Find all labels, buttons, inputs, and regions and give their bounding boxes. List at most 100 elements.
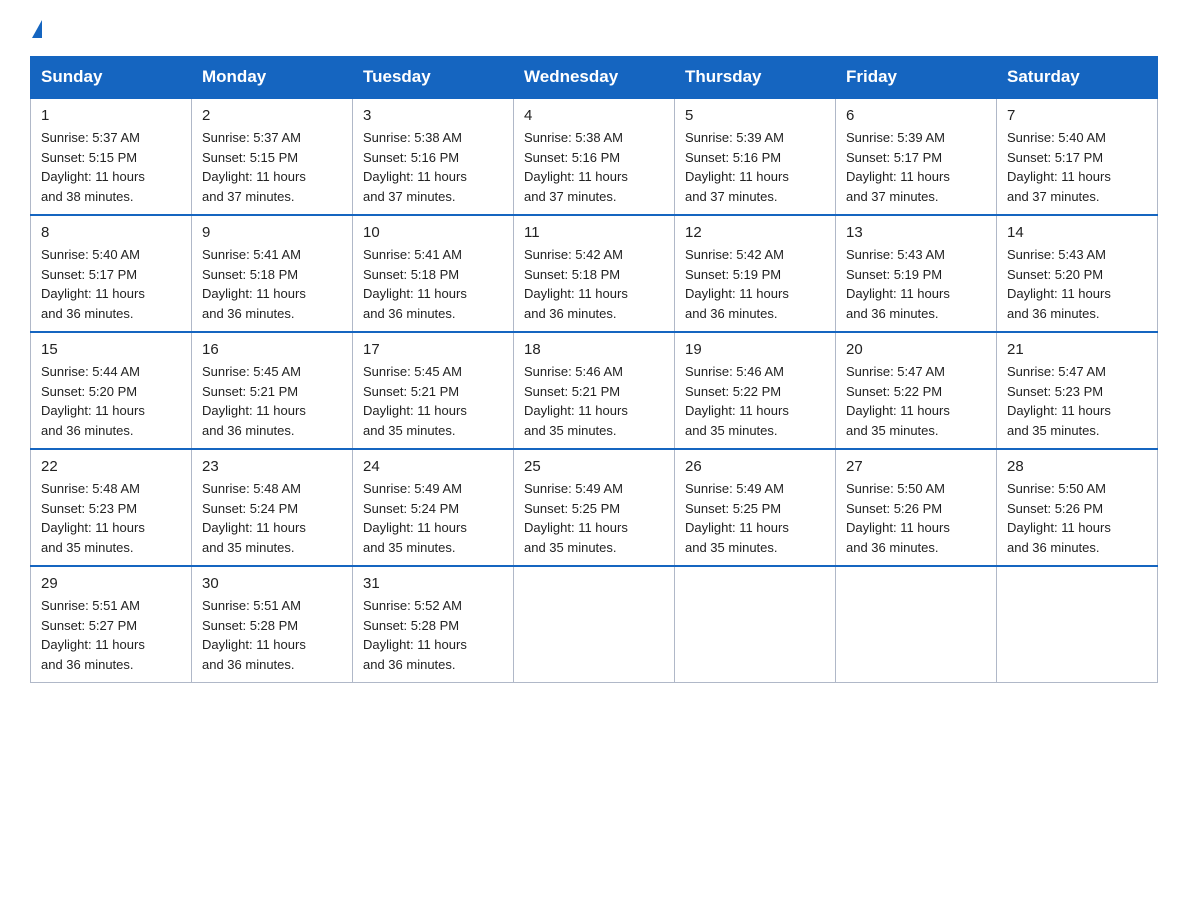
calendar-day-cell: 27 Sunrise: 5:50 AM Sunset: 5:26 PM Dayl… [836, 449, 997, 566]
day-number: 12 [685, 224, 825, 241]
calendar-day-cell: 11 Sunrise: 5:42 AM Sunset: 5:18 PM Dayl… [514, 215, 675, 332]
weekday-header-thursday: Thursday [675, 57, 836, 99]
calendar-day-cell: 3 Sunrise: 5:38 AM Sunset: 5:16 PM Dayli… [353, 98, 514, 215]
day-info: Sunrise: 5:47 AM Sunset: 5:22 PM Dayligh… [846, 362, 986, 440]
day-number: 17 [363, 341, 503, 358]
calendar-day-cell: 8 Sunrise: 5:40 AM Sunset: 5:17 PM Dayli… [31, 215, 192, 332]
day-info: Sunrise: 5:51 AM Sunset: 5:28 PM Dayligh… [202, 596, 342, 674]
day-info: Sunrise: 5:43 AM Sunset: 5:20 PM Dayligh… [1007, 245, 1147, 323]
weekday-header-wednesday: Wednesday [514, 57, 675, 99]
day-info: Sunrise: 5:46 AM Sunset: 5:21 PM Dayligh… [524, 362, 664, 440]
calendar-day-cell: 15 Sunrise: 5:44 AM Sunset: 5:20 PM Dayl… [31, 332, 192, 449]
day-info: Sunrise: 5:47 AM Sunset: 5:23 PM Dayligh… [1007, 362, 1147, 440]
logo-triangle-icon [32, 20, 42, 38]
calendar-day-cell [675, 566, 836, 683]
day-number: 15 [41, 341, 181, 358]
day-number: 3 [363, 107, 503, 124]
day-number: 22 [41, 458, 181, 475]
calendar-week-row: 22 Sunrise: 5:48 AM Sunset: 5:23 PM Dayl… [31, 449, 1158, 566]
weekday-header-row: SundayMondayTuesdayWednesdayThursdayFrid… [31, 57, 1158, 99]
calendar-day-cell: 17 Sunrise: 5:45 AM Sunset: 5:21 PM Dayl… [353, 332, 514, 449]
day-info: Sunrise: 5:52 AM Sunset: 5:28 PM Dayligh… [363, 596, 503, 674]
day-info: Sunrise: 5:48 AM Sunset: 5:24 PM Dayligh… [202, 479, 342, 557]
day-number: 30 [202, 575, 342, 592]
weekday-header-friday: Friday [836, 57, 997, 99]
calendar-day-cell: 31 Sunrise: 5:52 AM Sunset: 5:28 PM Dayl… [353, 566, 514, 683]
calendar-day-cell: 26 Sunrise: 5:49 AM Sunset: 5:25 PM Dayl… [675, 449, 836, 566]
day-number: 28 [1007, 458, 1147, 475]
calendar-day-cell: 5 Sunrise: 5:39 AM Sunset: 5:16 PM Dayli… [675, 98, 836, 215]
calendar-day-cell: 16 Sunrise: 5:45 AM Sunset: 5:21 PM Dayl… [192, 332, 353, 449]
day-info: Sunrise: 5:51 AM Sunset: 5:27 PM Dayligh… [41, 596, 181, 674]
day-number: 29 [41, 575, 181, 592]
calendar-day-cell: 29 Sunrise: 5:51 AM Sunset: 5:27 PM Dayl… [31, 566, 192, 683]
day-info: Sunrise: 5:37 AM Sunset: 5:15 PM Dayligh… [202, 128, 342, 206]
day-info: Sunrise: 5:41 AM Sunset: 5:18 PM Dayligh… [202, 245, 342, 323]
calendar-day-cell: 4 Sunrise: 5:38 AM Sunset: 5:16 PM Dayli… [514, 98, 675, 215]
day-info: Sunrise: 5:49 AM Sunset: 5:25 PM Dayligh… [685, 479, 825, 557]
calendar-day-cell: 18 Sunrise: 5:46 AM Sunset: 5:21 PM Dayl… [514, 332, 675, 449]
calendar-day-cell: 28 Sunrise: 5:50 AM Sunset: 5:26 PM Dayl… [997, 449, 1158, 566]
day-number: 13 [846, 224, 986, 241]
day-info: Sunrise: 5:43 AM Sunset: 5:19 PM Dayligh… [846, 245, 986, 323]
day-info: Sunrise: 5:42 AM Sunset: 5:19 PM Dayligh… [685, 245, 825, 323]
calendar-day-cell [836, 566, 997, 683]
calendar-day-cell: 25 Sunrise: 5:49 AM Sunset: 5:25 PM Dayl… [514, 449, 675, 566]
day-info: Sunrise: 5:37 AM Sunset: 5:15 PM Dayligh… [41, 128, 181, 206]
day-info: Sunrise: 5:40 AM Sunset: 5:17 PM Dayligh… [41, 245, 181, 323]
day-info: Sunrise: 5:39 AM Sunset: 5:17 PM Dayligh… [846, 128, 986, 206]
day-info: Sunrise: 5:48 AM Sunset: 5:23 PM Dayligh… [41, 479, 181, 557]
day-number: 4 [524, 107, 664, 124]
day-info: Sunrise: 5:46 AM Sunset: 5:22 PM Dayligh… [685, 362, 825, 440]
day-number: 18 [524, 341, 664, 358]
calendar-day-cell: 13 Sunrise: 5:43 AM Sunset: 5:19 PM Dayl… [836, 215, 997, 332]
day-info: Sunrise: 5:50 AM Sunset: 5:26 PM Dayligh… [846, 479, 986, 557]
day-number: 26 [685, 458, 825, 475]
calendar-day-cell: 10 Sunrise: 5:41 AM Sunset: 5:18 PM Dayl… [353, 215, 514, 332]
weekday-header-monday: Monday [192, 57, 353, 99]
day-number: 20 [846, 341, 986, 358]
calendar-week-row: 8 Sunrise: 5:40 AM Sunset: 5:17 PM Dayli… [31, 215, 1158, 332]
day-info: Sunrise: 5:38 AM Sunset: 5:16 PM Dayligh… [363, 128, 503, 206]
calendar-day-cell: 14 Sunrise: 5:43 AM Sunset: 5:20 PM Dayl… [997, 215, 1158, 332]
day-info: Sunrise: 5:49 AM Sunset: 5:25 PM Dayligh… [524, 479, 664, 557]
day-number: 1 [41, 107, 181, 124]
calendar-day-cell: 12 Sunrise: 5:42 AM Sunset: 5:19 PM Dayl… [675, 215, 836, 332]
day-info: Sunrise: 5:40 AM Sunset: 5:17 PM Dayligh… [1007, 128, 1147, 206]
day-number: 5 [685, 107, 825, 124]
page-header [30, 20, 1158, 38]
logo [30, 20, 42, 38]
day-info: Sunrise: 5:39 AM Sunset: 5:16 PM Dayligh… [685, 128, 825, 206]
calendar-day-cell: 1 Sunrise: 5:37 AM Sunset: 5:15 PM Dayli… [31, 98, 192, 215]
day-number: 24 [363, 458, 503, 475]
day-number: 9 [202, 224, 342, 241]
calendar-table: SundayMondayTuesdayWednesdayThursdayFrid… [30, 56, 1158, 683]
calendar-week-row: 1 Sunrise: 5:37 AM Sunset: 5:15 PM Dayli… [31, 98, 1158, 215]
day-number: 23 [202, 458, 342, 475]
day-number: 27 [846, 458, 986, 475]
calendar-week-row: 15 Sunrise: 5:44 AM Sunset: 5:20 PM Dayl… [31, 332, 1158, 449]
weekday-header-sunday: Sunday [31, 57, 192, 99]
calendar-week-row: 29 Sunrise: 5:51 AM Sunset: 5:27 PM Dayl… [31, 566, 1158, 683]
day-info: Sunrise: 5:45 AM Sunset: 5:21 PM Dayligh… [202, 362, 342, 440]
weekday-header-tuesday: Tuesday [353, 57, 514, 99]
day-number: 19 [685, 341, 825, 358]
day-number: 21 [1007, 341, 1147, 358]
day-number: 8 [41, 224, 181, 241]
day-number: 7 [1007, 107, 1147, 124]
day-number: 14 [1007, 224, 1147, 241]
day-info: Sunrise: 5:38 AM Sunset: 5:16 PM Dayligh… [524, 128, 664, 206]
day-info: Sunrise: 5:42 AM Sunset: 5:18 PM Dayligh… [524, 245, 664, 323]
calendar-day-cell: 22 Sunrise: 5:48 AM Sunset: 5:23 PM Dayl… [31, 449, 192, 566]
weekday-header-saturday: Saturday [997, 57, 1158, 99]
day-number: 2 [202, 107, 342, 124]
calendar-day-cell: 19 Sunrise: 5:46 AM Sunset: 5:22 PM Dayl… [675, 332, 836, 449]
calendar-day-cell: 21 Sunrise: 5:47 AM Sunset: 5:23 PM Dayl… [997, 332, 1158, 449]
calendar-day-cell: 30 Sunrise: 5:51 AM Sunset: 5:28 PM Dayl… [192, 566, 353, 683]
calendar-day-cell: 6 Sunrise: 5:39 AM Sunset: 5:17 PM Dayli… [836, 98, 997, 215]
day-info: Sunrise: 5:44 AM Sunset: 5:20 PM Dayligh… [41, 362, 181, 440]
calendar-day-cell: 24 Sunrise: 5:49 AM Sunset: 5:24 PM Dayl… [353, 449, 514, 566]
calendar-day-cell [997, 566, 1158, 683]
day-number: 16 [202, 341, 342, 358]
day-number: 11 [524, 224, 664, 241]
